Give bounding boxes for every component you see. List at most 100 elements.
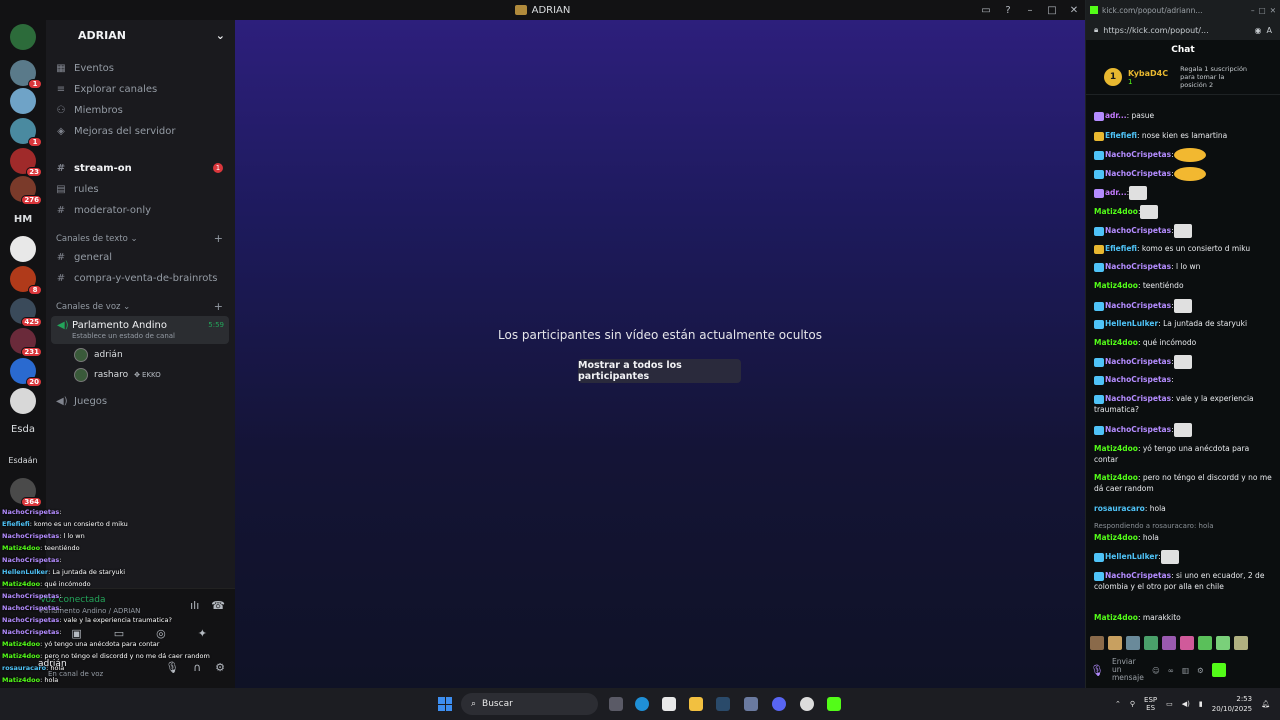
chat-user[interactable]: Matiz4doo [1094,338,1138,347]
chat-user[interactable]: Matiz4doo [1094,207,1138,216]
chat-input[interactable]: Enviar un mensaje [1112,658,1144,682]
chat-message[interactable]: NachoCrispetas: [1094,224,1274,238]
gear-icon[interactable]: ⚙ [215,661,225,674]
chat-message[interactable]: Matiz4doo: pero no téngo el discordd y n… [1094,472,1274,494]
commands-icon[interactable]: ∞ [1168,666,1174,675]
chat-message[interactable]: adr...: pasue [1094,110,1274,121]
maximize-button[interactable]: □ [1259,6,1266,15]
server-icon[interactable] [10,88,36,114]
chat-message[interactable]: NachoCrispetas: vale y la experiencia tr… [1094,393,1274,415]
voice-user[interactable]: rasharo ✥ EKKO [74,366,161,384]
server-header[interactable]: ADRIAN ⌄ [46,20,235,50]
emote-icon[interactable] [1144,636,1158,650]
voice-channel-parlamento[interactable]: ◀) Parlamento Andino Establece un estado… [51,316,229,344]
chat-message[interactable]: Matiz4doo: yó tengo una anécdota para co… [1094,443,1274,465]
nav-server-boost[interactable]: ◈ Mejoras del servidor [56,121,175,141]
server-icon[interactable]: 231 [10,328,42,357]
emote-icon[interactable] [1162,636,1176,650]
soundboard-icon[interactable]: ✦ [198,627,207,640]
maximize-button[interactable]: □ [1041,0,1063,20]
inbox-icon[interactable]: ▭ [975,0,997,20]
emote-icon[interactable] [1180,636,1194,650]
minimize-button[interactable]: – [1019,0,1041,20]
chat-user[interactable]: Matiz4doo [1094,533,1138,542]
server-icon[interactable]: 425 [10,298,42,327]
server-icon[interactable]: 23 [10,148,42,177]
add-channel-icon[interactable]: + [214,232,223,245]
explorer-icon[interactable] [689,697,703,711]
chat-user[interactable]: HellenLulker [1105,552,1158,561]
chat-user[interactable]: rosauracaro [1094,504,1145,513]
chat-message[interactable]: Matiz4doo: marakkito [1094,612,1274,623]
nav-events[interactable]: ▦ Eventos [56,58,114,78]
notification-icon[interactable]: 🔔︎ [1261,700,1270,708]
help-icon[interactable]: ? [997,0,1019,20]
pinned-gift-banner[interactable]: 1 KybaD4C 1 Regala 1 suscripción para to… [1086,60,1280,95]
category-text[interactable]: Canales de texto ⌄ [56,234,138,244]
chat-user[interactable]: NachoCrispetas [1105,357,1171,366]
send-button[interactable] [1211,663,1226,677]
server-icon[interactable]: 364 [10,478,42,507]
category-voice[interactable]: Canales de voz ⌄ [56,302,130,312]
chat-user[interactable]: adr... [1105,111,1127,120]
screenshare-icon[interactable]: ▭ [114,627,124,640]
server-icon[interactable] [10,388,36,414]
server-text-icon[interactable]: Esdaán [4,456,42,465]
server-icon[interactable]: 20 [10,358,42,387]
close-button[interactable]: ✕ [1063,0,1085,20]
taskbar-search[interactable]: ⌕ Buscar [461,693,598,715]
chat-message[interactable]: NachoCrispetas: [1094,167,1274,181]
server-text-icon[interactable]: HM [4,214,42,225]
chat-user[interactable]: NachoCrispetas [1105,394,1171,403]
chat-user[interactable]: Matiz4doo [1094,473,1138,482]
channel-rules[interactable]: ▤ rules [56,179,98,199]
server-icon[interactable]: 1 [10,60,42,89]
network-icon[interactable]: ▭ [1166,700,1173,708]
nav-members[interactable]: ⚇ Miembros [56,100,123,120]
chat-message[interactable]: NachoCrispetas: l lo wn [1094,261,1274,272]
chat-message[interactable]: Matiz4doo: [1094,205,1274,219]
address-bar[interactable]: 🔒︎ https://kick.com/popout/... ◉ A [1086,20,1280,40]
kick-icon[interactable] [827,697,841,711]
edge-icon[interactable] [635,697,649,711]
chat-message[interactable]: Efiefiefi: komo es un consierto d miku [1094,243,1274,254]
chat-message[interactable]: NachoCrispetas: [1094,423,1274,437]
chat-user[interactable]: Matiz4doo [1094,281,1138,290]
minimize-button[interactable]: – [1251,6,1255,15]
emote-icon[interactable] [1216,636,1230,650]
chat-user[interactable]: Efiefiefi [1105,131,1137,140]
hide-icon[interactable]: ◉ [1255,26,1262,35]
channel-moderator-only[interactable]: # moderator-only [56,200,151,220]
chat-message[interactable]: HellenLulker: La juntada de staryuki [1094,318,1274,329]
app-icon[interactable] [744,697,758,711]
server-icon[interactable] [10,236,36,262]
chat-message[interactable]: HellenLulker: [1094,550,1274,564]
voice-user[interactable]: adrián [74,346,123,364]
mic-icon[interactable]: 🎙 [1090,664,1104,677]
server-icon[interactable]: 8 [10,266,42,295]
channel-compra-venta[interactable]: # compra-y-venta-de-brainrots [56,268,218,288]
server-text-icon[interactable]: Esda [4,424,42,435]
language-indicator[interactable]: ESP ES [1144,696,1157,712]
emote-icon[interactable] [1090,636,1104,650]
discord-icon[interactable] [772,697,786,711]
emote-icon[interactable] [1126,636,1140,650]
signal-icon[interactable]: ılı [190,599,199,612]
server-icon[interactable]: 1 [10,118,42,147]
store-icon[interactable] [662,697,676,711]
volume-icon[interactable]: ◀) [1182,700,1190,708]
chat-message[interactable]: rosauracaro: hola [1094,503,1274,514]
chat-user[interactable]: NachoCrispetas [1105,375,1171,384]
chat-user[interactable]: NachoCrispetas [1105,571,1171,580]
clock[interactable]: 2:53 20/10/2025 [1212,694,1252,714]
pin-icon[interactable]: ⚲ [1130,700,1135,708]
emote-icon[interactable] [1108,636,1122,650]
chat-message[interactable]: Matiz4doo: qué incómodo [1094,337,1274,348]
show-all-participants-button[interactable]: Mostrar a todos los participantes [578,359,741,383]
rules-icon[interactable]: ▥ [1182,666,1189,675]
chat-user[interactable]: NachoCrispetas [1105,169,1171,178]
chat-message[interactable]: NachoCrispetas: [1094,374,1274,385]
voice-connected[interactable]: Voz conectada [40,595,105,605]
headphones-icon[interactable]: ∩ [193,661,201,674]
chat-user[interactable]: NachoCrispetas [1105,262,1171,271]
